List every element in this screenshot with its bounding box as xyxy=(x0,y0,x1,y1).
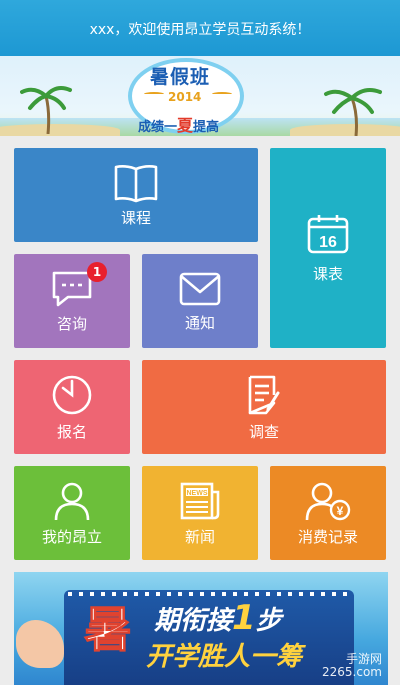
tile-survey[interactable]: 调查 xyxy=(142,360,386,454)
tile-my-angli-label: 我的昂立 xyxy=(41,527,102,546)
banner-title: 暑假班 xyxy=(150,66,211,88)
promo-big-char: 暑 xyxy=(83,602,133,659)
tile-signup[interactable]: 报名 xyxy=(14,360,130,454)
banner-wave-left xyxy=(144,92,164,96)
newspaper-icon: NEWS xyxy=(180,482,220,519)
app-header: xxx，欢迎使用昂立学员互动系统！ xyxy=(0,0,400,56)
calendar-icon: 16 xyxy=(307,214,349,253)
tile-course-label: 课程 xyxy=(120,208,151,227)
summer-class-banner[interactable]: 暑假班 2014 成绩一夏提高 xyxy=(0,56,400,136)
banner-slogan-post: 提高 xyxy=(193,120,220,135)
calendar-day: 16 xyxy=(319,234,337,251)
tile-spending-record[interactable]: ¥ 消费记录 xyxy=(270,466,386,560)
banner-slogan-mid: 夏 xyxy=(177,116,194,135)
tile-my-angli[interactable]: 我的昂立 xyxy=(14,466,130,560)
welcome-text: xxx，欢迎使用昂立学员互动系统！ xyxy=(89,22,311,38)
promo-banner[interactable]: 暑 期衔接1步 开学胜人一筹 手游网 2265.com xyxy=(14,572,388,685)
tile-notice-label: 通知 xyxy=(184,313,215,332)
palm-tree-icon xyxy=(324,88,382,136)
banner-slogan: 成绩一夏提高 xyxy=(138,112,219,136)
promo-headline: 期衔接1步 xyxy=(154,598,282,638)
promo-headline-pre: 期衔接 xyxy=(154,606,233,636)
watermark: 手游网 2265.com xyxy=(322,653,382,679)
tile-consult[interactable]: 咨询 xyxy=(14,254,130,348)
book-icon xyxy=(114,164,158,202)
banner-slogan-pre: 成绩一 xyxy=(138,120,178,135)
promo-headline-post: 步 xyxy=(255,606,282,636)
clock-icon xyxy=(52,375,92,414)
tile-consult-label: 咨询 xyxy=(56,314,87,333)
banner-year: 2014 xyxy=(168,90,202,104)
promo-hand-image xyxy=(16,620,64,668)
palm-tree-icon xyxy=(20,86,72,134)
tile-survey-label: 调查 xyxy=(248,422,279,441)
tile-news[interactable]: NEWS 新闻 xyxy=(142,466,258,560)
tile-spending-record-label: 消费记录 xyxy=(297,527,358,546)
tile-schedule[interactable]: 16 课表 xyxy=(270,148,386,348)
promo-headline-num: 1 xyxy=(232,598,256,638)
tile-notice[interactable]: 通知 xyxy=(142,254,258,348)
user-yen-icon: ¥ xyxy=(305,482,351,520)
yen-symbol: ¥ xyxy=(337,504,344,518)
consult-unread-badge: 1 xyxy=(87,262,107,282)
mail-icon xyxy=(179,272,221,305)
tile-signup-label: 报名 xyxy=(56,422,87,441)
promo-subline: 开学胜人一筹 xyxy=(146,642,303,672)
watermark-line2: 2265.com xyxy=(322,665,382,679)
tile-schedule-label: 课表 xyxy=(312,264,343,283)
document-edit-icon xyxy=(248,375,280,414)
news-tag: NEWS xyxy=(187,490,208,497)
tile-news-label: 新闻 xyxy=(184,527,215,546)
tile-course[interactable]: 课程 xyxy=(14,148,258,242)
user-icon xyxy=(54,482,90,520)
banner-wave-right xyxy=(212,92,232,96)
